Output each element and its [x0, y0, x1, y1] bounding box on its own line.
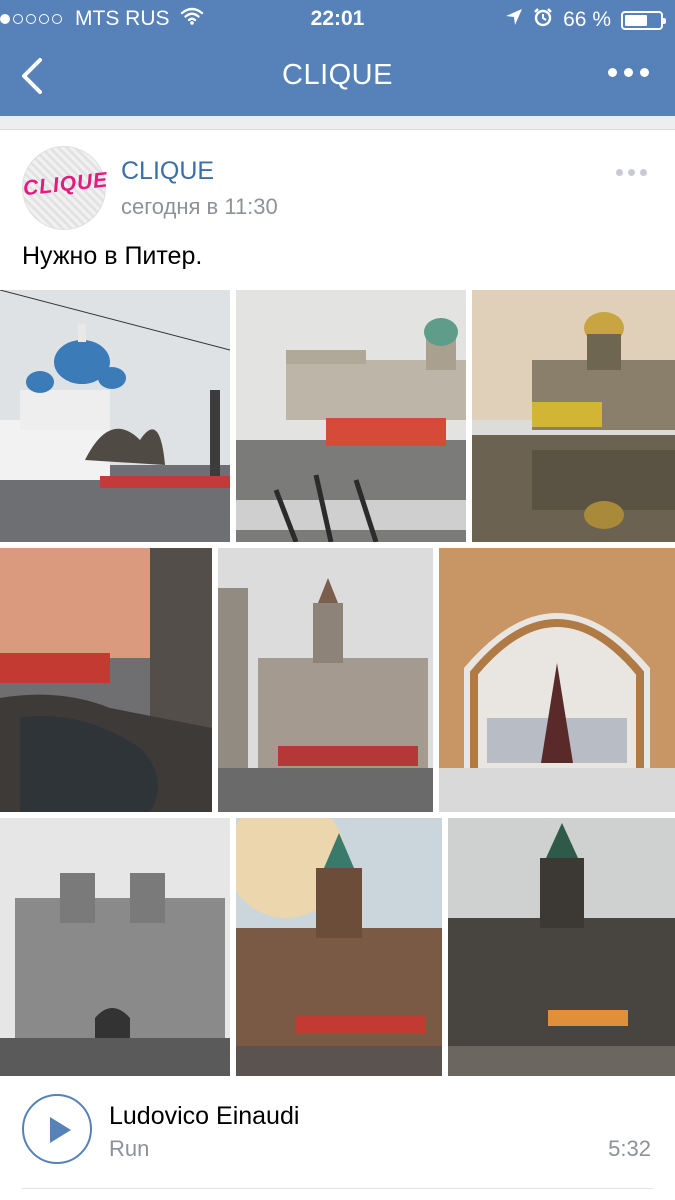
photo-tower-building[interactable] [0, 818, 230, 1076]
top-bar: MTS RUS 22:01 66 % CLIQUE [0, 0, 675, 116]
status-bar: MTS RUS 22:01 66 % [0, 0, 675, 38]
alarm-icon [533, 7, 553, 33]
avatar[interactable]: CLIQUE [21, 146, 110, 230]
photo-trinity-cathedral[interactable] [0, 290, 230, 542]
battery-percent: 66 % [563, 8, 611, 31]
divider [22, 1188, 653, 1189]
location-arrow-icon [505, 8, 523, 32]
post-date: сегодня в 11:30 [121, 194, 278, 219]
nav-bar: CLIQUE [0, 38, 675, 116]
post-more-icon[interactable] [616, 169, 647, 176]
audio-track-title[interactable]: Run [109, 1136, 149, 1162]
photo-st-isaacs-reflection[interactable] [472, 290, 675, 542]
avatar-logo-text: CLIQUE [21, 168, 110, 201]
section-separator [0, 116, 675, 130]
play-button[interactable] [22, 1094, 92, 1164]
audio-attachment: Ludovico Einaudi Run 5:32 [0, 1078, 675, 1200]
post-header: CLIQUE CLIQUE сегодня в 11:30 [0, 130, 675, 240]
photo-corner-building[interactable] [218, 548, 433, 812]
audio-artist[interactable]: Ludovico Einaudi [109, 1102, 299, 1131]
photo-singer-house-warm[interactable] [236, 818, 442, 1076]
photo-singer-house-dark[interactable] [448, 818, 675, 1076]
photo-general-staff-arch[interactable] [439, 548, 675, 812]
post-author[interactable]: CLIQUE [121, 157, 214, 186]
photo-nevsky-crowd[interactable] [0, 548, 212, 812]
battery-icon [621, 10, 666, 30]
more-dots-icon[interactable] [608, 68, 649, 77]
photo-kazan-cathedral[interactable] [236, 290, 466, 542]
post-text: Нужно в Питер. [22, 242, 203, 270]
play-icon [50, 1117, 71, 1143]
audio-duration: 5:32 [608, 1136, 651, 1161]
page-title: CLIQUE [282, 59, 393, 91]
